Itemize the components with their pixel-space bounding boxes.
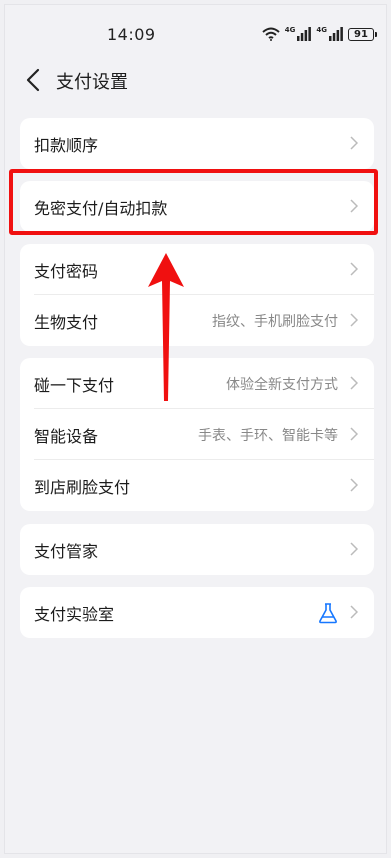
chevron-right-icon [350,605,358,619]
row-label: 到店刷脸支付 [34,477,131,497]
back-arrow-icon[interactable] [24,67,42,93]
settings-card: 支付管家 [20,524,374,575]
row-label: 支付管家 [34,541,99,561]
row-label: 免密支付/自动扣款 [34,198,168,218]
setting-row-password-free-payment[interactable]: 免密支付/自动扣款 [20,181,374,232]
row-label: 支付密码 [34,261,99,281]
row-label: 智能设备 [34,426,99,446]
chevron-right-icon [350,542,358,556]
signal1-label: 4G [284,26,296,34]
battery-icon: 91 [348,27,377,41]
settings-card: 免密支付/自动扣款 [20,181,374,232]
chevron-right-icon [350,136,358,150]
page-title: 支付设置 [56,72,128,93]
row-label: 碰一下支付 [34,375,115,395]
row-label: 扣款顺序 [34,135,99,155]
row-label: 支付实验室 [34,604,115,624]
row-value: 手表、手环、智能卡等 [198,427,338,444]
setting-row-smart-devices[interactable]: 智能设备 手表、手环、智能卡等 [20,409,374,460]
page-header: 支付设置 [0,64,391,96]
status-icons: 4G 4G 91 [262,25,377,43]
chevron-right-icon [350,427,358,441]
setting-row-biometric-payment[interactable]: 生物支付 指纹、手机刷脸支付 [20,295,374,346]
chevron-right-icon [350,199,358,213]
setting-row-deduction-order[interactable]: 扣款顺序 [20,118,374,169]
row-value: 体验全新支付方式 [226,376,338,393]
setting-row-payment-password[interactable]: 支付密码 [20,244,374,295]
battery-level: 91 [354,28,368,40]
settings-card: 碰一下支付 体验全新支付方式 智能设备 手表、手环、智能卡等 到店刷脸支付 [20,358,374,511]
settings-card: 扣款顺序 [20,118,374,169]
annotation-arrow-up-icon [148,253,184,401]
chevron-right-icon [350,376,358,390]
chevron-right-icon [350,262,358,276]
signal2-label: 4G [316,26,327,34]
settings-card: 支付密码 生物支付 指纹、手机刷脸支付 [20,244,374,346]
status-time: 14:09 [107,25,156,44]
status-bar: 14:09 4G 4G 91 [0,0,391,62]
setting-row-payment-manager[interactable]: 支付管家 [20,524,374,575]
setting-row-payment-lab[interactable]: 支付实验室 [20,587,374,638]
row-value: 指纹、手机刷脸支付 [212,313,338,330]
chevron-right-icon [350,313,358,327]
settings-card: 支付实验室 [20,587,374,638]
flask-icon [319,603,337,624]
wifi-icon [262,27,280,41]
signal-bars-icon [297,27,312,41]
signal-bars-icon [329,27,343,41]
row-label: 生物支付 [34,312,99,332]
setting-row-in-store-face-payment[interactable]: 到店刷脸支付 [20,460,374,511]
setting-row-tap-to-pay[interactable]: 碰一下支付 体验全新支付方式 [20,358,374,409]
chevron-right-icon [350,478,358,492]
